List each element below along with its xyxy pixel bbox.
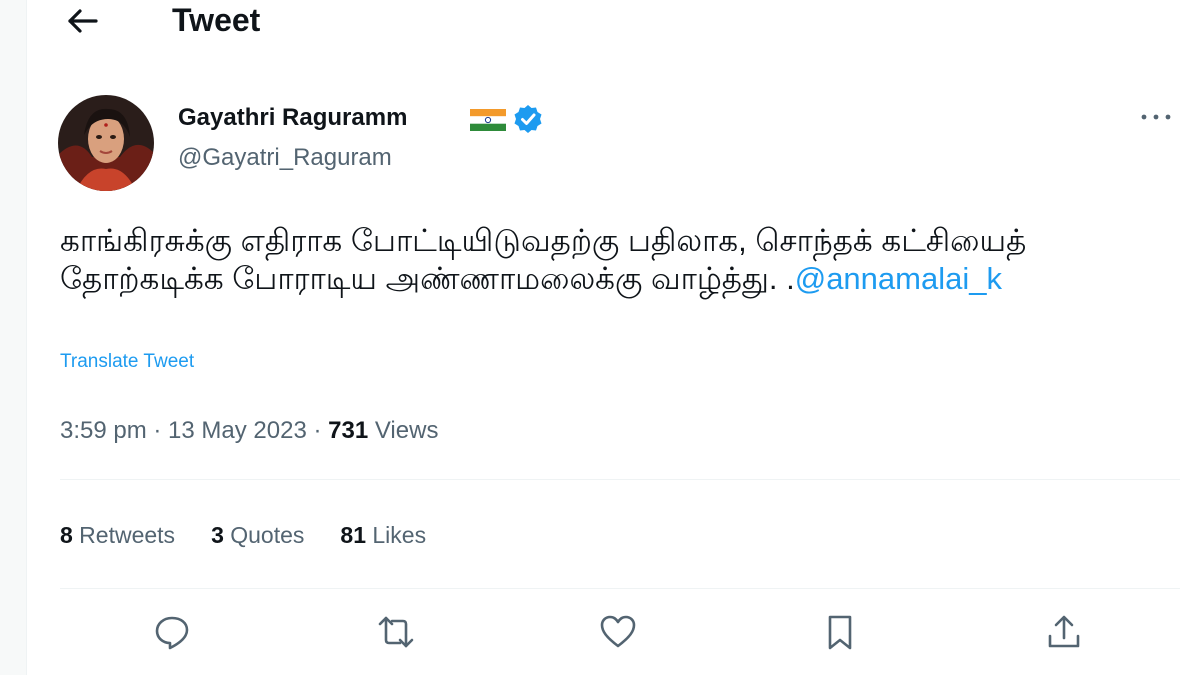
india-flag-icon [470, 109, 506, 131]
engagement-stats: 8 Retweets 3 Quotes 81 Likes [60, 520, 462, 550]
reply-icon [155, 616, 189, 650]
translate-tweet-link[interactable]: Translate Tweet [60, 350, 194, 374]
author-display-name[interactable]: Gayathri Raguramm [178, 103, 407, 133]
tweet-header: Tweet [26, 0, 1200, 44]
reply-button[interactable] [150, 610, 194, 654]
like-icon [600, 615, 636, 648]
quotes-label: Quotes [223, 522, 305, 548]
tweet-text: காங்கிரசுக்கு எதிராக போட்டியிடுவதற்கு பத… [60, 222, 1160, 298]
page-title: Tweet [172, 2, 261, 38]
avatar[interactable] [58, 95, 154, 191]
likes-label: Likes [366, 522, 427, 548]
views-count: 731 [328, 417, 369, 444]
share-button[interactable] [1042, 610, 1086, 654]
views-label: Views [368, 417, 439, 444]
author-handle[interactable]: @Gayatri_Raguram [178, 144, 392, 172]
meta-separator: · [306, 417, 329, 444]
divider [60, 588, 1180, 589]
tweet-time[interactable]: 3:59 pm [60, 417, 147, 444]
quotes-stat[interactable]: 3 Quotes [211, 520, 304, 550]
retweets-label: Retweets [72, 522, 176, 548]
tweet-date[interactable]: 13 May 2023 [168, 417, 307, 444]
mention-link[interactable]: @annamalai_k [795, 261, 1002, 296]
retweet-icon [378, 616, 414, 648]
share-icon [1048, 615, 1080, 648]
back-arrow-icon[interactable] [64, 3, 104, 39]
left-gutter [0, 0, 27, 675]
retweet-button[interactable] [374, 610, 418, 654]
retweets-stat[interactable]: 8 Retweets [60, 520, 175, 550]
bookmark-icon [828, 615, 852, 650]
retweets-count: 8 [60, 522, 73, 548]
bookmark-button[interactable] [818, 610, 862, 654]
like-button[interactable] [596, 610, 640, 654]
likes-stat[interactable]: 81 Likes [340, 520, 426, 550]
meta-separator: · [146, 417, 169, 444]
more-options-icon[interactable] [1136, 104, 1176, 130]
divider [60, 479, 1180, 480]
verified-badge-icon [512, 103, 544, 135]
quotes-count: 3 [211, 522, 224, 548]
tweet-meta: 3:59 pm · 13 May 2023 · 731 Views [60, 416, 438, 446]
likes-count: 81 [340, 522, 366, 548]
